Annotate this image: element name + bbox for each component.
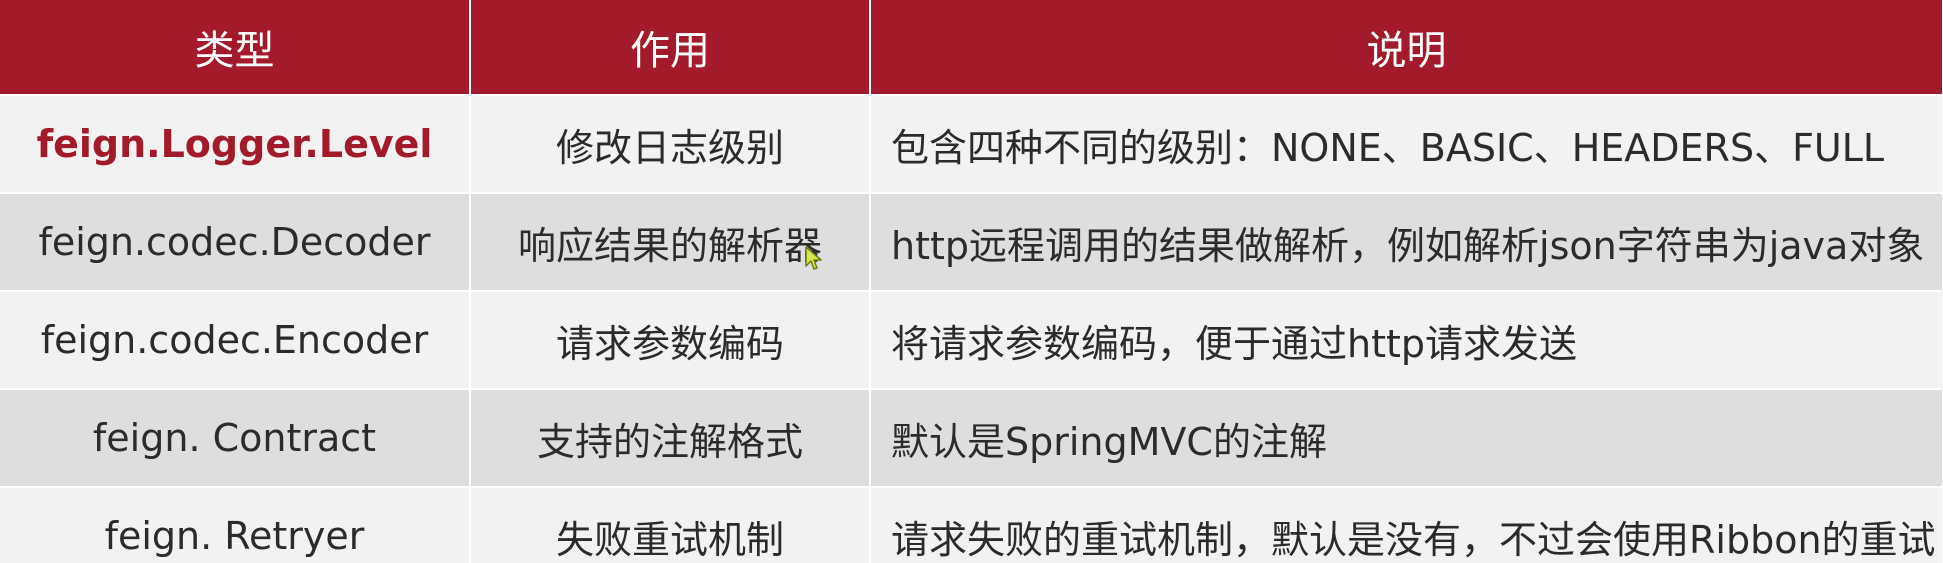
slide-canvas: 类型 作用 说明 feign.Logger.Level 修改日志级别 包含四种不… bbox=[0, 0, 1943, 563]
feign-config-table: 类型 作用 说明 feign.Logger.Level 修改日志级别 包含四种不… bbox=[0, 0, 1943, 563]
row-type-cell: feign. Retryer bbox=[0, 487, 471, 563]
row-purpose-cell: 响应结果的解析器 bbox=[470, 193, 871, 292]
table-row: feign.codec.Decoder 响应结果的解析器 http远程调用的结果… bbox=[0, 193, 1943, 292]
row-purpose-cell: 失败重试机制 bbox=[470, 487, 871, 563]
header-description: 说明 bbox=[870, 0, 1943, 96]
row-description-cell: 包含四种不同的级别：NONE、BASIC、HEADERS、FULL bbox=[870, 95, 1943, 194]
table-row: feign.codec.Encoder 请求参数编码 将请求参数编码，便于通过h… bbox=[0, 291, 1943, 390]
row-description-cell: 请求失败的重试机制，默认是没有，不过会使用Ribbon的重试 bbox=[870, 487, 1943, 563]
mouse-pointer-icon bbox=[805, 246, 822, 270]
row-description-cell: 将请求参数编码，便于通过http请求发送 bbox=[870, 291, 1943, 390]
row-description-cell: 默认是SpringMVC的注解 bbox=[870, 389, 1943, 488]
table-row: feign. Retryer 失败重试机制 请求失败的重试机制，默认是没有，不过… bbox=[0, 487, 1943, 563]
row-purpose-cell: 请求参数编码 bbox=[470, 291, 871, 390]
table-row: feign. Contract 支持的注解格式 默认是SpringMVC的注解 bbox=[0, 389, 1943, 488]
header-type: 类型 bbox=[0, 0, 471, 96]
table-row: feign.Logger.Level 修改日志级别 包含四种不同的级别：NONE… bbox=[0, 95, 1943, 194]
row-type-cell: feign.Logger.Level bbox=[0, 95, 471, 194]
row-type-cell: feign.codec.Encoder bbox=[0, 291, 471, 390]
row-description-cell: http远程调用的结果做解析，例如解析json字符串为java对象 bbox=[870, 193, 1943, 292]
row-type-cell: feign. Contract bbox=[0, 389, 471, 488]
table-header-row: 类型 作用 说明 bbox=[0, 0, 1943, 96]
row-type-cell: feign.codec.Decoder bbox=[0, 193, 471, 292]
row-purpose-cell: 支持的注解格式 bbox=[470, 389, 871, 488]
row-purpose-cell: 修改日志级别 bbox=[470, 95, 871, 194]
header-purpose: 作用 bbox=[470, 0, 871, 96]
